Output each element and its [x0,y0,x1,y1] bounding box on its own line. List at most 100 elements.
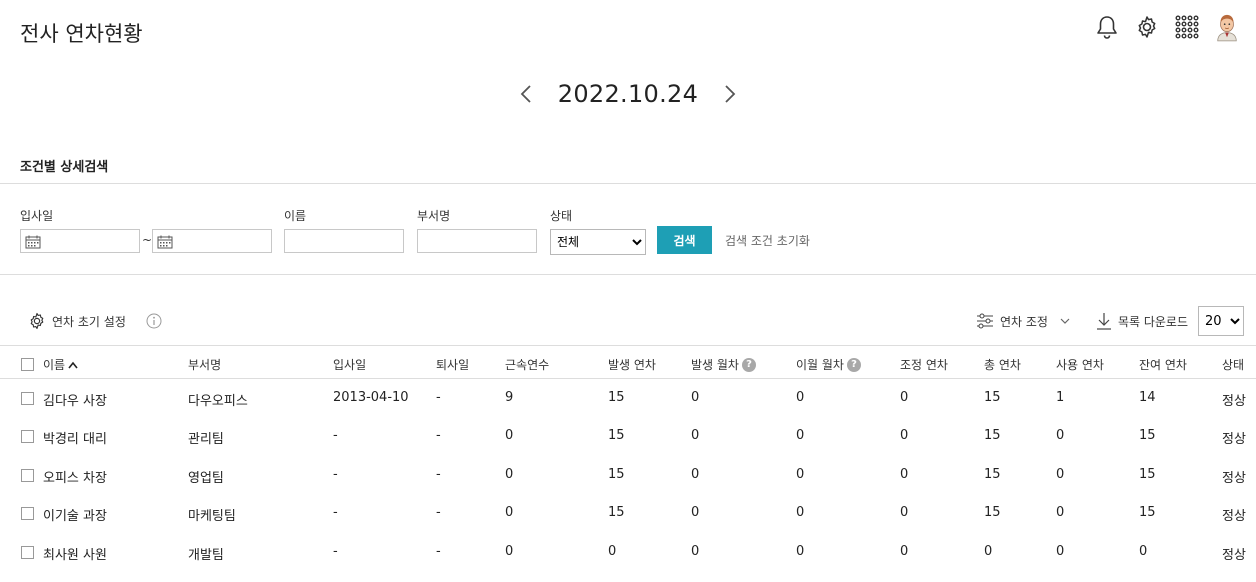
col-header-adjusted[interactable]: 조정 연차 [900,356,948,373]
divider [0,274,1256,275]
init-settings-button[interactable]: 연차 초기 설정 [28,312,126,330]
cell-join-date: - [333,467,338,482]
cell-status: 정상 [1222,548,1246,563]
search-button[interactable]: 검색 [657,226,712,254]
cell-remaining: 15 [1139,505,1156,520]
bell-icon[interactable] [1094,14,1120,40]
cell-remaining: 14 [1139,390,1156,405]
cell-adjusted: 0 [900,467,909,482]
apps-grid-icon[interactable] [1174,14,1200,40]
calendar-icon [25,235,41,249]
row-checkbox[interactable] [21,507,34,520]
cell-dept: 다우오피스 [188,394,248,409]
cell-name[interactable]: 박경리 대리 [43,428,107,447]
info-icon[interactable] [146,313,162,329]
cell-monthly: 0 [691,390,700,405]
cell-join-date: - [333,544,338,559]
join-date-label: 입사일 [20,209,54,223]
cell-dept: 개발팀 [188,548,224,563]
cell-leave-date: - [436,390,441,405]
chevron-down-icon [1060,318,1070,324]
select-all-checkbox[interactable] [21,358,34,371]
name-input[interactable] [284,229,404,253]
dept-input[interactable] [417,229,537,253]
col-header-status[interactable]: 상태 [1222,356,1244,373]
cell-used: 0 [1056,467,1065,482]
download-list-label: 목록 다운로드 [1117,314,1188,329]
row-checkbox[interactable] [21,546,34,559]
cell-carryover: 0 [796,544,805,559]
cell-name[interactable]: 김다우 사장 [43,390,107,409]
date-navigator: 2022.10.24 [0,80,1256,108]
row-checkbox[interactable] [21,469,34,482]
col-header-name[interactable]: 이름 [43,356,78,373]
cell-carryover: 0 [796,428,805,443]
cell-status: 정상 [1222,432,1246,447]
help-icon[interactable]: ? [846,357,861,372]
cell-leave-date: - [436,428,441,443]
adjust-leave-dropdown[interactable]: 연차 조정 [976,313,1070,330]
col-header-carryover[interactable]: 이월 월차 ? [796,356,861,373]
cell-status: 정상 [1222,471,1246,486]
cell-used: 1 [1056,390,1065,405]
cell-leave-date: - [436,505,441,520]
cell-adjusted: 0 [900,428,909,443]
date-range-separator: ~ [142,233,153,247]
gear-icon[interactable] [1134,14,1160,40]
cell-years: 0 [505,428,514,443]
cell-used: 0 [1056,505,1065,520]
cell-total: 0 [984,544,993,559]
cell-leave-date: - [436,467,441,482]
chevron-right-icon [725,85,736,103]
current-date: 2022.10.24 [557,80,699,108]
cell-used: 0 [1056,544,1065,559]
col-header-leave-date[interactable]: 퇴사일 [436,356,469,373]
join-date-start-input[interactable] [20,229,140,253]
cell-annual: 15 [608,505,625,520]
search-section-title: 조건별 상세검색 [20,160,109,175]
cell-carryover: 0 [796,390,805,405]
next-date-button[interactable] [716,80,744,108]
cell-name[interactable]: 이기술 과장 [43,505,107,524]
prev-date-button[interactable] [512,80,540,108]
col-header-join-date[interactable]: 입사일 [333,356,366,373]
col-header-remaining[interactable]: 잔여 연차 [1139,356,1187,373]
cell-name[interactable]: 오피스 차장 [43,467,107,486]
col-header-used[interactable]: 사용 연차 [1056,356,1104,373]
col-header-years[interactable]: 근속연수 [505,356,549,373]
row-checkbox[interactable] [21,430,34,443]
help-icon[interactable]: ? [741,357,756,372]
download-icon [1096,313,1111,330]
cell-carryover: 0 [796,467,805,482]
col-header-annual[interactable]: 발생 연차 [608,356,656,373]
join-date-end-input[interactable] [152,229,272,253]
cell-join-date: - [333,505,338,520]
cell-remaining: 0 [1139,544,1148,559]
status-select[interactable]: 전체 [550,229,646,255]
page-size-select[interactable]: 20 [1198,306,1244,336]
cell-status: 정상 [1222,394,1246,409]
avatar[interactable] [1214,14,1240,42]
col-header-monthly[interactable]: 발생 월차 ? [691,356,756,373]
cell-annual: 15 [608,428,625,443]
col-header-label: 이름 [43,358,66,372]
cell-name[interactable]: 최사원 사원 [43,544,107,563]
cell-join-date: 2013-04-10 [333,390,409,405]
download-list-button[interactable]: 목록 다운로드 [1096,312,1188,330]
col-header-label: 이월 월차 [796,358,844,372]
toolbar-left: 연차 초기 설정 [28,312,162,330]
cell-total: 15 [984,390,1001,405]
cell-dept: 마케팅팀 [188,509,236,524]
toolbar-right: 연차 조정 목록 다운로드 20 [976,306,1244,336]
header-icons [1094,14,1240,42]
cell-used: 0 [1056,428,1065,443]
cell-adjusted: 0 [900,390,909,405]
divider [0,183,1256,184]
cell-total: 15 [984,428,1001,443]
calendar-icon [157,235,173,249]
col-header-dept[interactable]: 부서명 [188,356,221,373]
row-checkbox[interactable] [21,392,34,405]
col-header-total[interactable]: 총 연차 [984,356,1021,373]
sliders-icon [976,313,993,329]
reset-filters-link[interactable]: 검색 조건 초기화 [725,232,810,249]
